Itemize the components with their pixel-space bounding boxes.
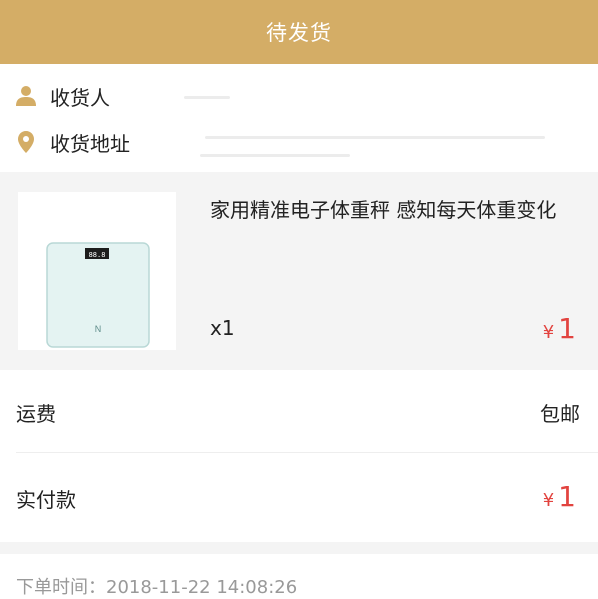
divider xyxy=(16,452,598,453)
address-label: 收货地址 xyxy=(50,131,130,156)
shipping-value: 包邮 xyxy=(540,402,580,426)
currency-symbol: ¥ xyxy=(542,490,555,511)
recipient-row: 收货人 xyxy=(0,78,598,114)
order-item[interactable]: 88.8 N 家用精准电子体重秤 感知每天体重变化 x1 ¥1 xyxy=(0,172,598,370)
recipient-label: 收货人 xyxy=(50,85,110,110)
location-pin-icon xyxy=(18,131,34,153)
currency-symbol: ¥ xyxy=(542,322,555,343)
svg-text:N: N xyxy=(95,324,102,334)
shipping-row: 运费 包邮 xyxy=(0,372,598,452)
payment-amount: ¥1 xyxy=(543,480,576,513)
redacted-address-line xyxy=(205,136,545,139)
product-price: ¥1 xyxy=(543,312,576,345)
order-status-header: 待发货 xyxy=(0,0,598,64)
page-title: 待发货 xyxy=(266,21,332,45)
svg-text:88.8: 88.8 xyxy=(89,251,106,259)
shipping-label: 运费 xyxy=(16,402,56,426)
product-quantity: x1 xyxy=(210,316,235,340)
redacted-address-line-2 xyxy=(200,154,350,157)
price-amount: 1 xyxy=(558,312,576,345)
person-icon xyxy=(16,86,36,106)
product-thumbnail[interactable]: 88.8 N xyxy=(18,192,176,350)
product-name[interactable]: 家用精准电子体重秤 感知每天体重变化 xyxy=(210,194,582,226)
payment-row: 实付款 ¥1 xyxy=(0,458,598,538)
order-time: 下单时间：2018-11-22 14:08:26 xyxy=(16,577,298,598)
section-gap xyxy=(0,542,598,554)
address-row: 收货地址 xyxy=(0,124,598,160)
smart-scale-icon: 88.8 N xyxy=(46,242,150,348)
paid-amount: 1 xyxy=(558,480,576,513)
payment-label: 实付款 xyxy=(16,488,76,512)
redacted-recipient-name xyxy=(184,96,230,99)
